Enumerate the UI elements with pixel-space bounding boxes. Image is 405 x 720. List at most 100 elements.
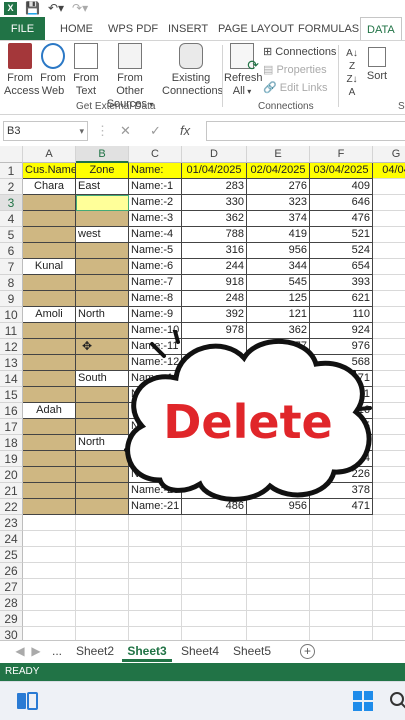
empty-cell[interactable]	[373, 483, 405, 499]
column-header[interactable]: F	[310, 146, 373, 163]
empty-cell[interactable]	[373, 179, 405, 195]
name-cell[interactable]: Name:-6	[129, 259, 182, 275]
empty-cell[interactable]	[76, 611, 129, 627]
sort-button[interactable]: Sort	[364, 47, 390, 83]
value-cell[interactable]: 248	[182, 291, 247, 307]
empty-cell[interactable]	[76, 547, 129, 563]
row-header[interactable]: 5	[0, 227, 23, 243]
empty-cell[interactable]	[310, 563, 373, 579]
column-header[interactable]: E	[247, 146, 310, 163]
empty-cell[interactable]	[76, 595, 129, 611]
empty-cell[interactable]	[373, 355, 405, 371]
task-view-icon[interactable]	[16, 690, 38, 712]
row-header[interactable]: 1	[0, 163, 23, 179]
table-header-cell[interactable]: 01/04/2025	[182, 163, 247, 179]
row-header[interactable]: 13	[0, 355, 23, 371]
row-header[interactable]: 26	[0, 563, 23, 579]
empty-cell[interactable]	[23, 611, 76, 627]
empty-cell[interactable]	[129, 611, 182, 627]
empty-cell[interactable]	[182, 547, 247, 563]
customer-name-cell[interactable]	[23, 451, 76, 467]
empty-cell[interactable]	[373, 467, 405, 483]
customer-name-cell[interactable]: Amoli	[23, 307, 76, 323]
empty-cell[interactable]	[23, 531, 76, 547]
table-header-cell[interactable]: 03/04/2025	[310, 163, 373, 179]
zone-cell[interactable]	[76, 291, 129, 307]
zone-cell[interactable]	[76, 243, 129, 259]
empty-cell[interactable]	[310, 515, 373, 531]
customer-name-cell[interactable]	[23, 371, 76, 387]
value-cell[interactable]: 344	[247, 259, 310, 275]
value-cell[interactable]: 276	[247, 179, 310, 195]
row-header[interactable]: 22	[0, 499, 23, 515]
value-cell[interactable]: 524	[310, 243, 373, 259]
next-sheet-icon[interactable]: ▶	[30, 641, 42, 662]
formula-input[interactable]	[206, 121, 405, 141]
empty-cell[interactable]	[247, 611, 310, 627]
customer-name-cell[interactable]	[23, 275, 76, 291]
empty-cell[interactable]	[23, 515, 76, 531]
row-header[interactable]: 29	[0, 611, 23, 627]
windows-start-icon[interactable]	[352, 690, 374, 712]
column-header[interactable]: B	[76, 146, 129, 163]
row-header[interactable]: 30	[0, 627, 23, 640]
value-cell[interactable]: 374	[247, 211, 310, 227]
value-cell[interactable]: 545	[247, 275, 310, 291]
row-header[interactable]: 14	[0, 371, 23, 387]
value-cell[interactable]: 125	[247, 291, 310, 307]
more-sheets-button[interactable]: ...	[48, 641, 66, 662]
select-all-corner[interactable]	[0, 146, 23, 163]
from-web-button[interactable]: From Web	[40, 43, 66, 98]
customer-name-cell[interactable]	[23, 483, 76, 499]
empty-cell[interactable]	[247, 579, 310, 595]
customer-name-cell[interactable]	[23, 291, 76, 307]
from-text-button[interactable]: From Text	[72, 43, 100, 98]
redo-icon[interactable]: ↷▾	[72, 0, 88, 17]
value-cell[interactable]: 956	[247, 243, 310, 259]
row-header[interactable]: 12	[0, 339, 23, 355]
search-icon[interactable]	[388, 690, 405, 712]
empty-cell[interactable]	[182, 627, 247, 640]
empty-cell[interactable]	[373, 243, 405, 259]
empty-cell[interactable]	[23, 547, 76, 563]
name-cell[interactable]: Name:-3	[129, 211, 182, 227]
value-cell[interactable]: 918	[182, 275, 247, 291]
from-access-button[interactable]: From Access	[4, 43, 39, 98]
empty-cell[interactable]	[310, 531, 373, 547]
value-cell[interactable]: 393	[310, 275, 373, 291]
empty-cell[interactable]	[129, 627, 182, 640]
customer-name-cell[interactable]: Kunal	[23, 259, 76, 275]
row-header[interactable]: 3	[0, 195, 23, 211]
zone-cell[interactable]	[76, 259, 129, 275]
row-header[interactable]: 8	[0, 275, 23, 291]
table-header-cell[interactable]: Zone	[76, 163, 129, 179]
row-header[interactable]: 17	[0, 419, 23, 435]
row-header[interactable]: 15	[0, 387, 23, 403]
empty-cell[interactable]	[76, 531, 129, 547]
tab-wps-pdf[interactable]: WPS PDF	[108, 17, 158, 41]
empty-cell[interactable]	[373, 547, 405, 563]
empty-cell[interactable]	[23, 627, 76, 640]
value-cell[interactable]: 521	[310, 227, 373, 243]
empty-cell[interactable]	[129, 579, 182, 595]
customer-name-cell[interactable]: Adah	[23, 403, 76, 419]
zone-cell[interactable]: East	[76, 179, 129, 195]
empty-cell[interactable]	[373, 211, 405, 227]
customer-name-cell[interactable]	[23, 195, 76, 211]
sheet-tab-sheet2[interactable]: Sheet2	[72, 641, 118, 662]
row-header[interactable]: 28	[0, 595, 23, 611]
zone-cell[interactable]	[76, 211, 129, 227]
empty-cell[interactable]	[373, 515, 405, 531]
value-cell[interactable]: 283	[182, 179, 247, 195]
customer-name-cell[interactable]	[23, 323, 76, 339]
empty-cell[interactable]	[373, 499, 405, 515]
sheet-tab-sheet3[interactable]: Sheet3	[122, 641, 172, 662]
connections-button[interactable]: ⊞ Connections	[263, 43, 336, 61]
empty-cell[interactable]	[76, 563, 129, 579]
empty-cell[interactable]	[23, 579, 76, 595]
empty-cell[interactable]	[182, 531, 247, 547]
edit-links-button[interactable]: 🔗 Edit Links	[263, 79, 327, 97]
value-cell[interactable]: 646	[310, 195, 373, 211]
empty-cell[interactable]	[373, 595, 405, 611]
value-cell[interactable]: 621	[310, 291, 373, 307]
